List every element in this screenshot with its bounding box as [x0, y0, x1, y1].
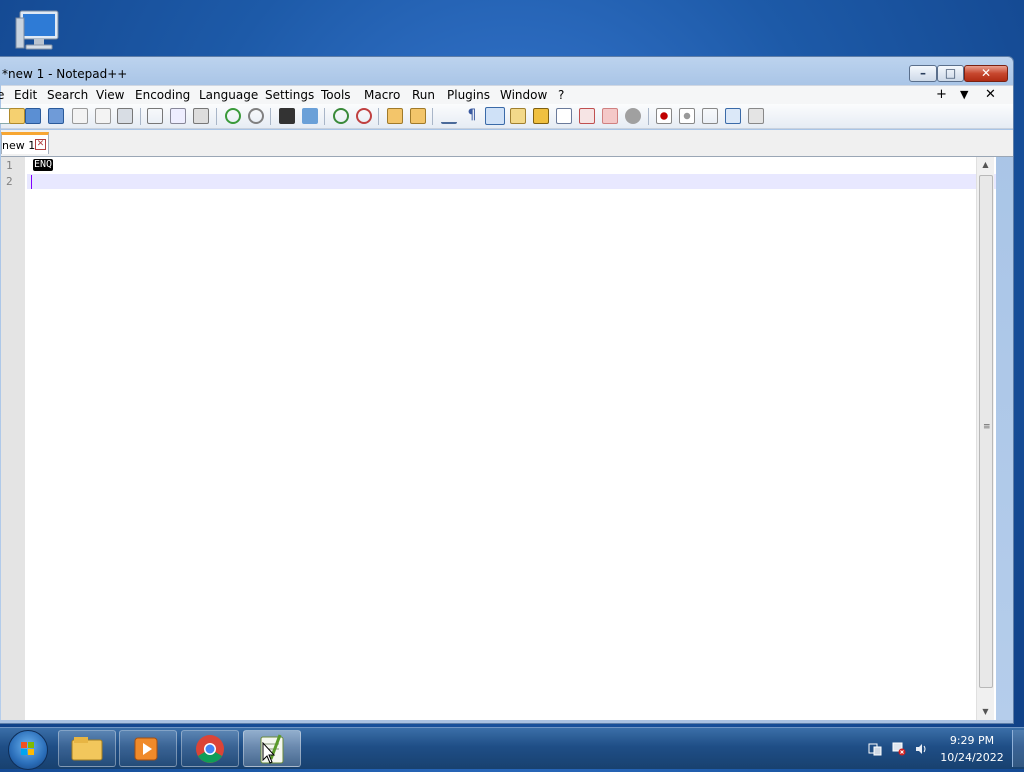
udl-icon[interactable]: [510, 108, 526, 124]
notepadpp-window: *new 1 - Notepad++ – □ ✕ e Edit Search V…: [0, 56, 1014, 724]
windows-logo-icon: [21, 742, 34, 755]
save-macro-icon[interactable]: [748, 108, 764, 124]
tab-bar: new 1 ✕: [1, 130, 1013, 157]
network-disconnected-icon[interactable]: [892, 742, 906, 756]
clock-time[interactable]: 9:29 PM: [932, 734, 1012, 747]
print-icon[interactable]: [117, 108, 133, 124]
menu-view[interactable]: View: [96, 88, 124, 102]
redo-icon[interactable]: [248, 108, 264, 124]
playback-icon[interactable]: [702, 108, 718, 124]
word-wrap-icon[interactable]: [441, 108, 457, 124]
menu-settings[interactable]: Settings: [265, 88, 314, 102]
find-icon[interactable]: [279, 108, 295, 124]
menu-encoding[interactable]: Encoding: [135, 88, 190, 102]
monitoring-icon[interactable]: [602, 108, 618, 124]
taskbar-media-player[interactable]: [119, 730, 177, 767]
taskbar: 9:29 PM 10/24/2022: [0, 727, 1024, 770]
cut-icon[interactable]: [147, 108, 163, 124]
vertical-scrollbar[interactable]: ▲ ≡ ▼: [976, 157, 994, 720]
start-button[interactable]: [8, 730, 48, 770]
show-all-chars-icon[interactable]: ¶: [464, 108, 480, 124]
folder-workspace-icon[interactable]: [579, 108, 595, 124]
toolbar: ¶: [0, 104, 1013, 129]
indent-guide-icon[interactable]: [485, 107, 505, 125]
stop-record-icon[interactable]: [679, 108, 695, 124]
volume-icon[interactable]: [914, 742, 928, 756]
current-line-highlight: [27, 174, 996, 189]
toolbar-separator: [216, 108, 217, 125]
line-number-gutter: [1, 157, 25, 720]
function-list-icon[interactable]: [556, 108, 572, 124]
grip-icon: ≡: [983, 422, 991, 432]
sync-vertical-icon[interactable]: [387, 108, 403, 124]
tab-close-icon[interactable]: ✕: [35, 139, 46, 150]
menu-plugins[interactable]: Plugins: [447, 88, 490, 102]
line-number: 2: [6, 175, 13, 188]
maximize-button[interactable]: □: [937, 65, 964, 82]
minimize-button[interactable]: –: [909, 65, 937, 82]
toggle-icon[interactable]: [625, 108, 641, 124]
scroll-up-icon[interactable]: ▲: [977, 157, 994, 173]
scroll-down-icon[interactable]: ▼: [977, 704, 994, 720]
toolbar-separator: [324, 108, 325, 125]
new-tab-plus-icon[interactable]: +: [936, 87, 947, 102]
paste-icon[interactable]: [193, 108, 209, 124]
line-number: 1: [6, 159, 13, 172]
toolbar-separator: [270, 108, 271, 125]
undo-icon[interactable]: [225, 108, 241, 124]
menu-help[interactable]: ?: [558, 88, 564, 102]
close-button[interactable]: ✕: [964, 65, 1008, 82]
replace-icon[interactable]: [302, 108, 318, 124]
action-center-icon[interactable]: [868, 742, 882, 756]
media-player-icon: [134, 737, 158, 761]
toolbar-separator: [140, 108, 141, 125]
sync-horizontal-icon[interactable]: [410, 108, 426, 124]
menu-language[interactable]: Language: [199, 88, 258, 102]
text-caret: [31, 175, 32, 189]
window-bottom-border: [0, 720, 1013, 723]
menu-run[interactable]: Run: [412, 88, 435, 102]
menu-window[interactable]: Window: [500, 88, 547, 102]
save-all-icon[interactable]: [48, 108, 64, 124]
window-title: *new 1 - Notepad++: [2, 67, 128, 81]
close-icon[interactable]: [72, 108, 88, 124]
open-file-icon[interactable]: [9, 108, 25, 124]
menu-search[interactable]: Search: [47, 88, 88, 102]
toolbar-separator: [378, 108, 379, 125]
save-icon[interactable]: [25, 108, 41, 124]
control-char-token: ENQ: [33, 159, 54, 171]
chrome-icon: [196, 735, 224, 763]
menu-macro[interactable]: Macro: [364, 88, 400, 102]
file-explorer-icon: [71, 737, 103, 761]
zoom-out-icon[interactable]: [356, 108, 372, 124]
close-doc-icon[interactable]: ✕: [985, 87, 996, 102]
taskbar-file-explorer[interactable]: [58, 730, 116, 767]
menu-bar: e Edit Search View Encoding Language Set…: [0, 85, 1013, 105]
taskbar-chrome[interactable]: [181, 730, 239, 767]
close-all-icon[interactable]: [95, 108, 111, 124]
tab-label: new 1: [2, 139, 36, 152]
clock-date[interactable]: 10/24/2022: [932, 751, 1012, 764]
toolbar-separator: [432, 108, 433, 125]
tab-new-1[interactable]: new 1 ✕: [1, 132, 49, 154]
copy-icon[interactable]: [170, 108, 186, 124]
scrollbar-thumb[interactable]: ≡: [979, 175, 993, 688]
toolbar-separator: [648, 108, 649, 125]
computer-icon[interactable]: [14, 8, 64, 54]
title-bar[interactable]: *new 1 - Notepad++ – □ ✕: [0, 57, 1013, 87]
menu-file[interactable]: e: [0, 88, 4, 102]
record-macro-icon[interactable]: [656, 108, 672, 124]
zoom-in-icon[interactable]: [333, 108, 349, 124]
doc-map-icon[interactable]: [533, 108, 549, 124]
mouse-pointer-icon: [262, 742, 276, 764]
menu-tools[interactable]: Tools: [321, 88, 351, 102]
editor-area[interactable]: 1 2 ENQ: [1, 157, 996, 720]
run-macro-multiple-icon[interactable]: [725, 108, 741, 124]
menu-edit[interactable]: Edit: [14, 88, 37, 102]
show-desktop-button[interactable]: [1012, 730, 1024, 767]
tab-list-dropdown-icon[interactable]: ▼: [960, 88, 968, 101]
